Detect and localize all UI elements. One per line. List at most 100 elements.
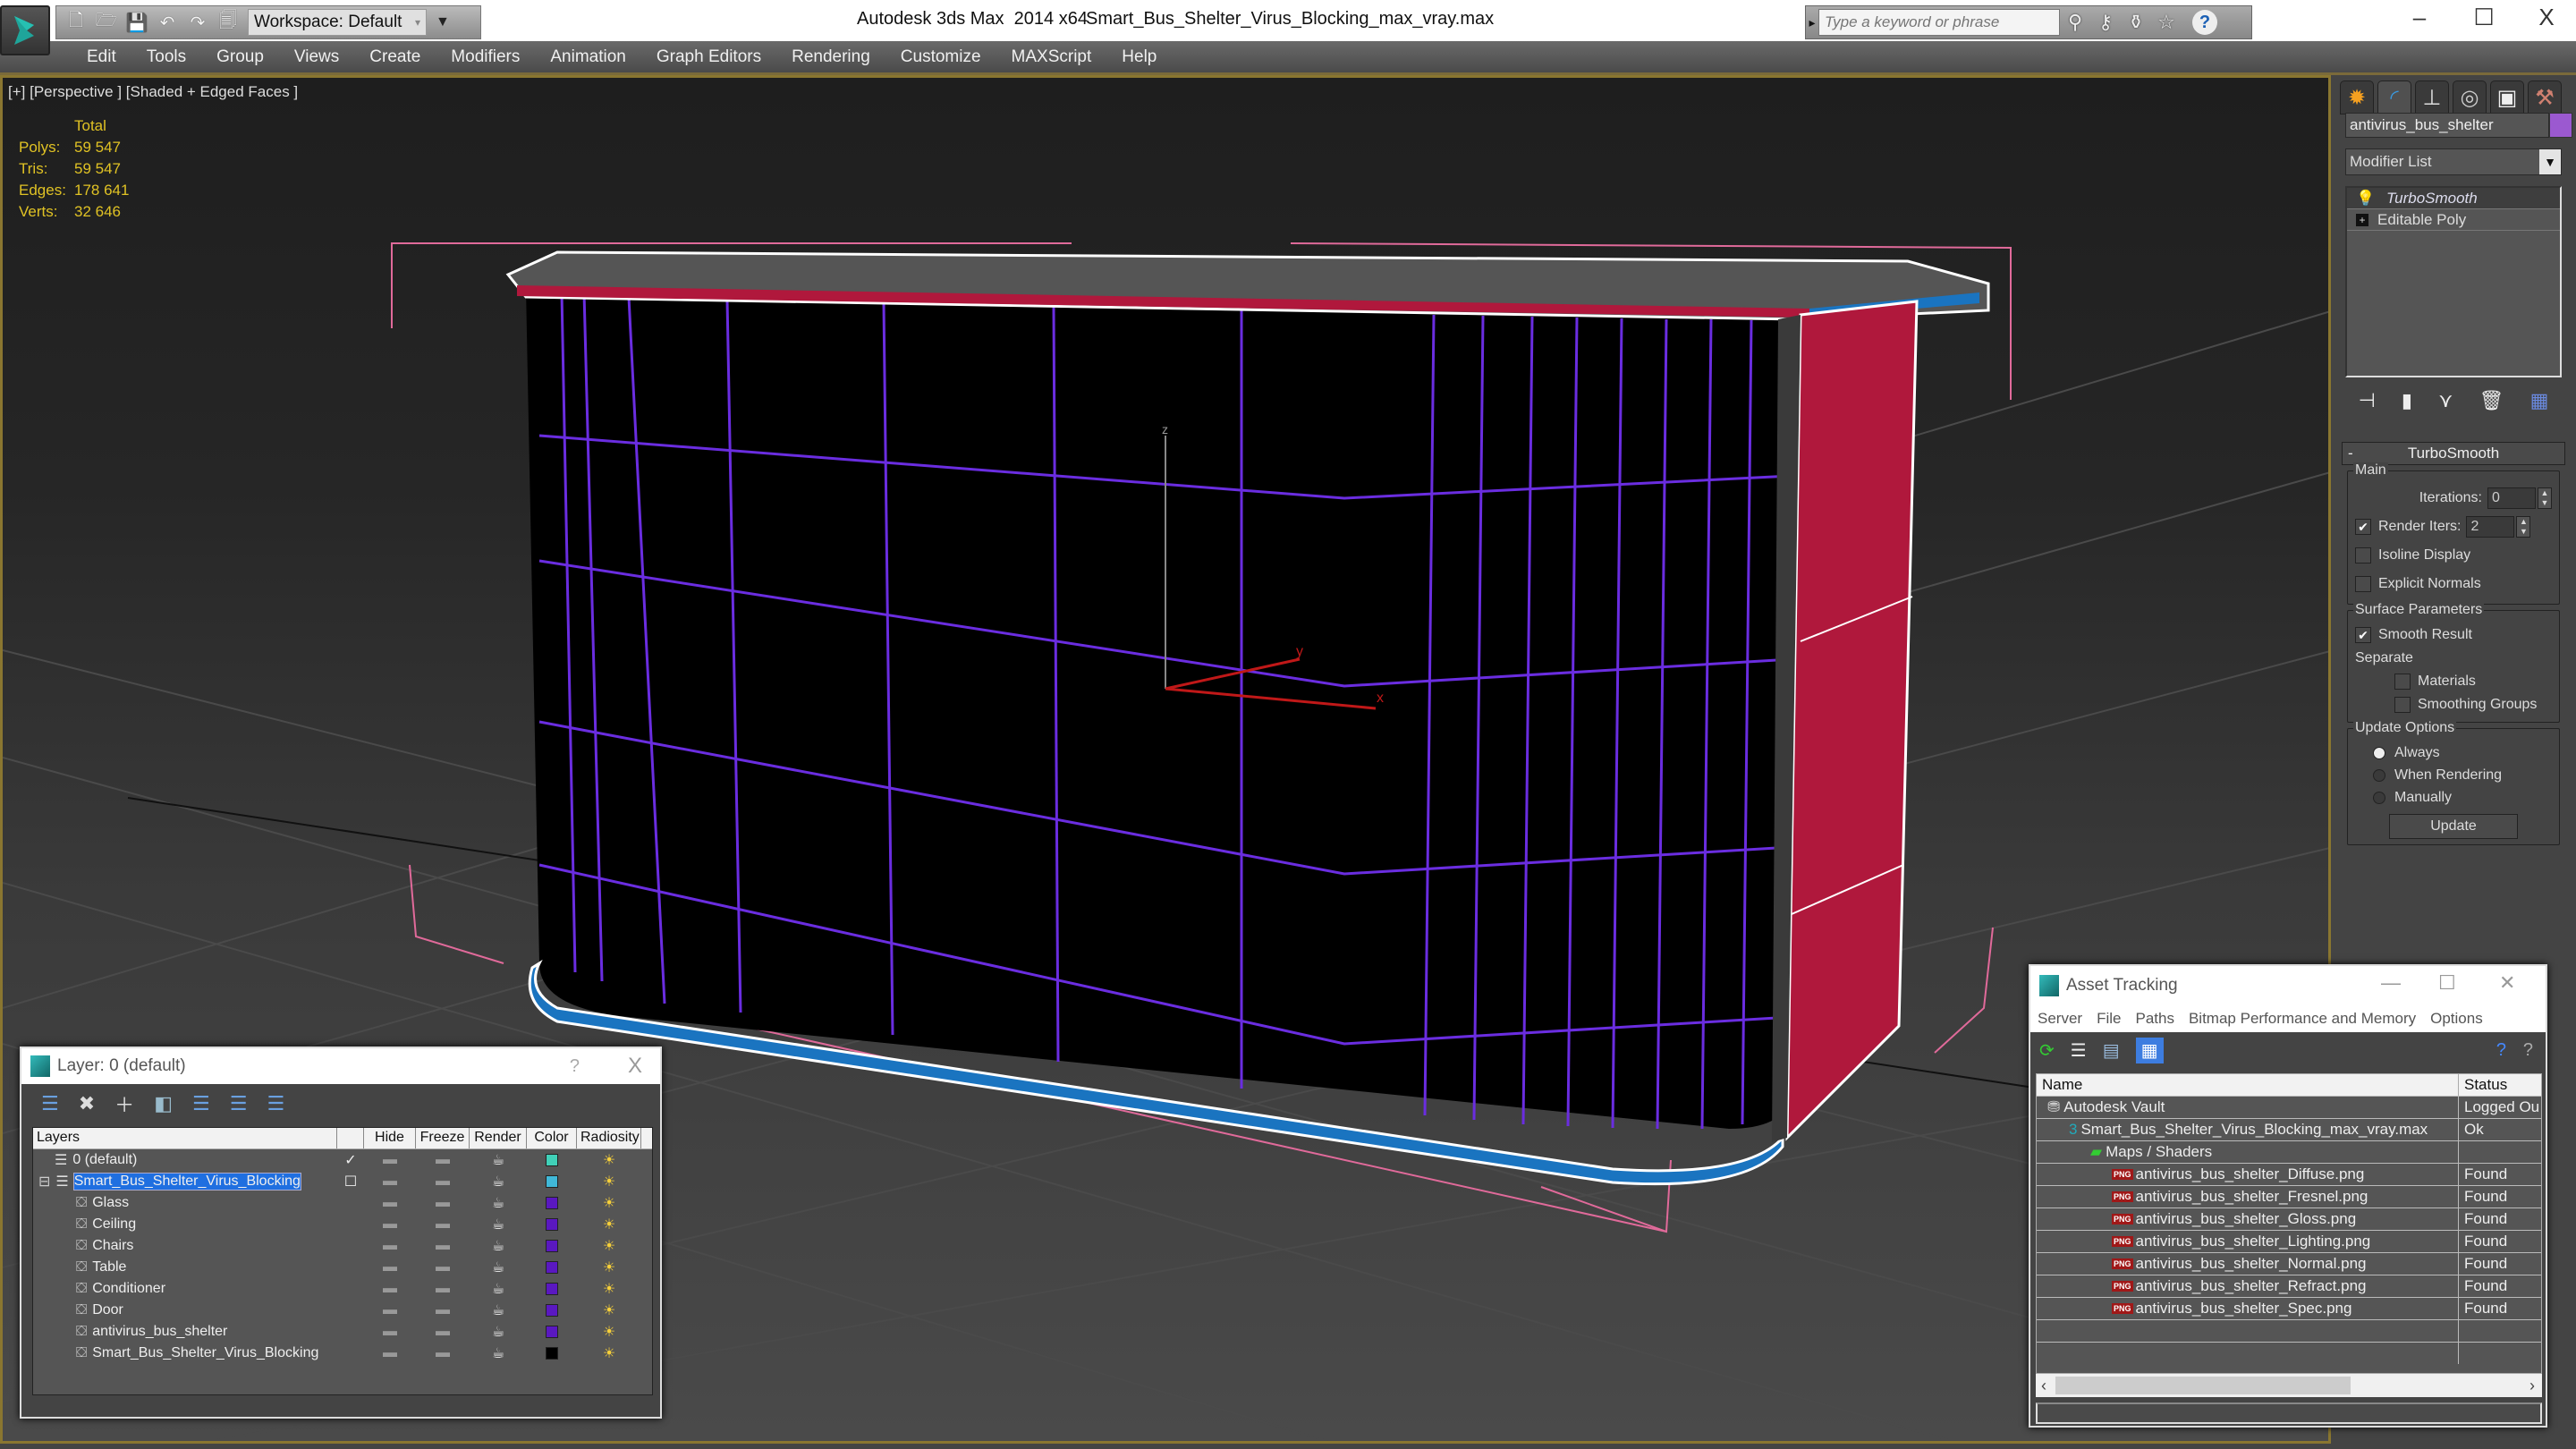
layer-name-cell[interactable]: ⛋ Door bbox=[33, 1302, 337, 1318]
col-status[interactable]: Status bbox=[2459, 1074, 2512, 1096]
hide-toggle[interactable]: ▬ bbox=[364, 1324, 416, 1340]
asset-row[interactable]: PNG antivirus_bus_shelter_Fresnel.png Foun… bbox=[2037, 1185, 2541, 1208]
layer-name-cell[interactable]: ⛋ Ceiling bbox=[33, 1216, 337, 1233]
undo-icon[interactable]: ↶ bbox=[157, 12, 178, 33]
spinner-arrows-icon[interactable]: ▲ ▼ bbox=[2516, 516, 2531, 538]
col-name[interactable]: Name bbox=[2037, 1074, 2459, 1096]
create-layer-icon[interactable]: ☰ bbox=[41, 1092, 59, 1115]
layer-name-cell[interactable]: ⛋ Smart_Bus_Shelter_Virus_Blocking bbox=[33, 1345, 337, 1361]
stack-item-editable-poly[interactable]: + Editable Poly bbox=[2347, 209, 2560, 231]
layer-name-cell[interactable]: ☰ 0 (default) bbox=[33, 1151, 337, 1169]
layer-name-cell[interactable]: ⊟ ☰ Smart_Bus_Shelter_Virus_Blocking bbox=[33, 1173, 337, 1191]
asset-row[interactable]: PNG antivirus_bus_shelter_Normal.png Found bbox=[2037, 1252, 2541, 1275]
object-name-field[interactable]: antivirus_bus_shelter bbox=[2345, 113, 2549, 138]
radiosity-icon[interactable]: ☀ bbox=[577, 1173, 641, 1191]
radiosity-icon[interactable]: ☀ bbox=[577, 1344, 641, 1362]
col-freeze[interactable]: Freeze bbox=[416, 1128, 470, 1148]
add-to-layer-icon[interactable]: ＋ bbox=[114, 1089, 134, 1118]
col-color[interactable]: Color bbox=[527, 1128, 577, 1148]
menu-views[interactable]: Views bbox=[279, 47, 354, 67]
radiosity-icon[interactable]: ☀ bbox=[577, 1323, 641, 1341]
freeze-toggle[interactable]: ▬ bbox=[416, 1216, 470, 1233]
hide-toggle[interactable]: ▬ bbox=[364, 1216, 416, 1233]
qat-customize-icon[interactable]: ▼ bbox=[436, 14, 450, 30]
delete-layer-icon[interactable]: ✖ bbox=[79, 1092, 95, 1115]
layer-row[interactable]: ⛋ antivirus_bus_shelter ▬ ▬ ☕ ☀ bbox=[33, 1321, 652, 1343]
asset-row[interactable]: PNG antivirus_bus_shelter_Gloss.png Found bbox=[2037, 1208, 2541, 1230]
show-end-result-icon[interactable]: ▮ bbox=[2402, 389, 2412, 412]
render-teapot-icon[interactable]: ☕ bbox=[470, 1216, 527, 1233]
explicit-normals-checkbox[interactable] bbox=[2355, 576, 2371, 592]
col-render[interactable]: Render bbox=[470, 1128, 527, 1148]
layer-row[interactable]: ⊟ ☰ Smart_Bus_Shelter_Virus_Blocking ☐ ▬ ▬ ☕ ☀ bbox=[33, 1171, 652, 1192]
set-current-layer-icon[interactable]: ☰ bbox=[230, 1092, 248, 1115]
radiosity-icon[interactable]: ☀ bbox=[577, 1301, 641, 1319]
hide-toggle[interactable]: ▬ bbox=[364, 1259, 416, 1275]
layer-row[interactable]: ⛋ Door ▬ ▬ ☕ ☀ bbox=[33, 1300, 652, 1321]
menu-create[interactable]: Create bbox=[354, 47, 436, 67]
layer-name-cell[interactable]: ⛋ antivirus_bus_shelter bbox=[33, 1324, 337, 1340]
list-view-icon[interactable]: ☰ bbox=[2071, 1039, 2087, 1062]
modify-tab[interactable]: ◜ bbox=[2377, 80, 2411, 114]
asset-row[interactable]: ⛃ Autodesk Vault Logged Ou bbox=[2037, 1096, 2541, 1118]
open-icon[interactable]: 🗁 bbox=[96, 11, 118, 33]
layer-row[interactable]: ⛋ Ceiling ▬ ▬ ☕ ☀ bbox=[33, 1214, 652, 1235]
menu-paths[interactable]: Paths bbox=[2135, 1010, 2174, 1028]
select-layer-icon[interactable]: ☰ bbox=[192, 1092, 210, 1115]
isoline-checkbox[interactable] bbox=[2355, 547, 2371, 564]
help-icon[interactable]: ? bbox=[2192, 10, 2217, 35]
hide-toggle[interactable]: ▬ bbox=[364, 1174, 416, 1190]
key-icon[interactable]: ⚷ bbox=[2090, 11, 2121, 34]
binoculars-icon[interactable]: ⚲ bbox=[2060, 11, 2090, 34]
col-current[interactable] bbox=[337, 1128, 364, 1148]
color-swatch[interactable] bbox=[527, 1240, 577, 1252]
render-teapot-icon[interactable]: ☕ bbox=[470, 1301, 527, 1319]
configure-sets-icon[interactable]: ▦ bbox=[2530, 389, 2549, 412]
asset-row[interactable]: PNG antivirus_bus_shelter_Spec.png Found bbox=[2037, 1297, 2541, 1319]
radiosity-icon[interactable]: ☀ bbox=[577, 1216, 641, 1233]
freeze-toggle[interactable]: ▬ bbox=[416, 1174, 470, 1190]
color-swatch[interactable] bbox=[527, 1326, 577, 1338]
select-objects-icon[interactable]: ◧ bbox=[154, 1092, 173, 1115]
layer-row[interactable]: ⛋ Smart_Bus_Shelter_Virus_Blocking ▬ ▬ ☕ ☀ bbox=[33, 1343, 652, 1364]
hide-toggle[interactable]: ▬ bbox=[364, 1302, 416, 1318]
layer-row[interactable]: ⛋ Table ▬ ▬ ☕ ☀ bbox=[33, 1257, 652, 1278]
render-teapot-icon[interactable]: ☕ bbox=[470, 1237, 527, 1255]
col-radiosity[interactable]: Radiosity bbox=[577, 1128, 641, 1148]
iterations-spinner[interactable]: 0 bbox=[2487, 487, 2536, 509]
lightbulb-icon[interactable]: 💡 bbox=[2356, 190, 2375, 208]
save-icon[interactable]: 💾 bbox=[126, 12, 148, 33]
layer-row[interactable]: ☰ 0 (default) ✓ ▬ ▬ ☕ ☀ bbox=[33, 1149, 652, 1171]
bus-shelter-model[interactable] bbox=[505, 250, 1990, 1186]
color-swatch[interactable] bbox=[527, 1261, 577, 1274]
maximize-button[interactable]: ☐ bbox=[2462, 4, 2506, 31]
scroll-right-icon[interactable]: › bbox=[2529, 1377, 2535, 1395]
table-view-icon[interactable]: ▦ bbox=[2135, 1037, 2164, 1063]
freeze-toggle[interactable]: ▬ bbox=[416, 1302, 470, 1318]
search-input[interactable] bbox=[1818, 9, 2060, 36]
expand-arrow-icon[interactable]: ▸ bbox=[1806, 15, 1818, 30]
dialog-title-bar[interactable]: Layer: 0 (default) ? X bbox=[21, 1048, 660, 1084]
smooth-result-checkbox[interactable]: ✔ bbox=[2355, 627, 2371, 643]
expand-plus-icon[interactable]: + bbox=[2356, 213, 2368, 226]
update-button[interactable]: Update bbox=[2389, 814, 2518, 839]
menu-rendering[interactable]: Rendering bbox=[776, 47, 886, 67]
remove-modifier-icon[interactable]: 🗑 bbox=[2479, 389, 2504, 412]
pin-stack-icon[interactable]: ⊣ bbox=[2359, 389, 2376, 412]
hide-toggle[interactable]: ▬ bbox=[364, 1345, 416, 1361]
color-swatch[interactable] bbox=[527, 1283, 577, 1295]
freeze-toggle[interactable]: ▬ bbox=[416, 1259, 470, 1275]
menu-options[interactable]: Options bbox=[2430, 1010, 2483, 1028]
layer-row[interactable]: ⛋ Conditioner ▬ ▬ ☕ ☀ bbox=[33, 1278, 652, 1300]
hide-toggle[interactable]: ▬ bbox=[364, 1195, 416, 1211]
maximize-button[interactable]: ☐ bbox=[2438, 971, 2456, 995]
hide-toggle[interactable]: ▬ bbox=[364, 1281, 416, 1297]
layer-row[interactable]: ⛋ Chairs ▬ ▬ ☕ ☀ bbox=[33, 1235, 652, 1257]
render-iters-spinner[interactable]: 2 bbox=[2466, 516, 2515, 538]
layer-properties-icon[interactable]: ☰ bbox=[267, 1092, 284, 1115]
project-icon[interactable]: 🗐 bbox=[217, 11, 239, 33]
radiosity-icon[interactable]: ☀ bbox=[577, 1280, 641, 1298]
freeze-toggle[interactable]: ▬ bbox=[416, 1324, 470, 1340]
color-swatch[interactable] bbox=[527, 1304, 577, 1317]
radiosity-icon[interactable]: ☀ bbox=[577, 1194, 641, 1212]
